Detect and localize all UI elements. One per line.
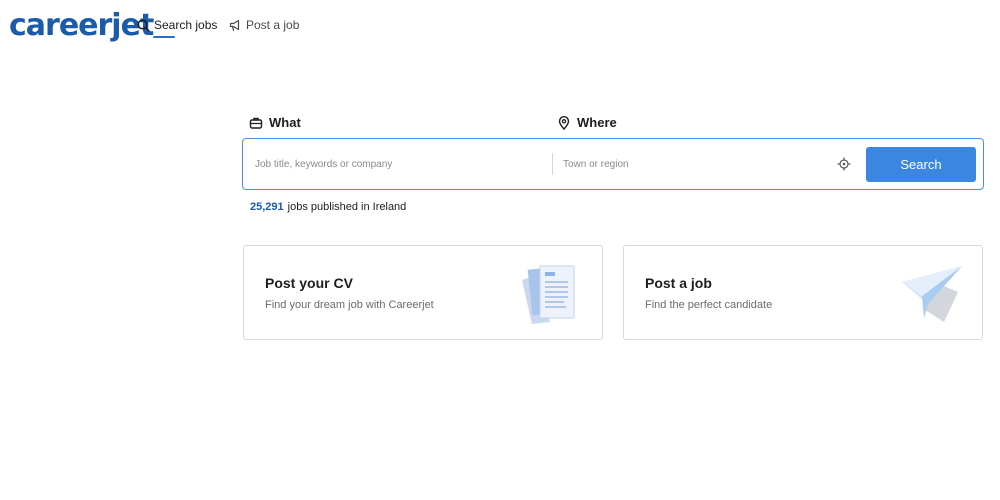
briefcase-icon: [249, 116, 263, 130]
post-cv-title: Post your CV: [265, 275, 353, 291]
post-job-subtitle: Find the perfect candidate: [645, 299, 773, 311]
search-button[interactable]: Search: [866, 147, 976, 182]
nav-search-jobs-label: Search jobs: [154, 18, 218, 32]
job-search-form: Search: [242, 138, 984, 190]
field-divider: [552, 153, 553, 175]
location-pin-icon: [557, 115, 571, 130]
post-cv-card[interactable]: Post your CV Find your dream job with Ca…: [243, 245, 603, 340]
active-tab-indicator: [153, 36, 175, 38]
search-icon: [136, 18, 150, 32]
post-job-card[interactable]: Post a job Find the perfect candidate: [623, 245, 983, 340]
cv-document-icon: [520, 262, 586, 324]
where-input[interactable]: [563, 139, 823, 189]
post-cv-subtitle: Find your dream job with Careerjet: [265, 299, 434, 311]
where-label: Where: [557, 115, 617, 130]
careerjet-logo[interactable]: careerjet: [9, 8, 154, 43]
jobs-count-line: 25,291 jobs published in Ireland: [250, 201, 406, 213]
post-job-title: Post a job: [645, 275, 712, 291]
nav-post-a-job[interactable]: Post a job: [228, 18, 299, 32]
what-label-text: What: [269, 115, 301, 130]
megaphone-icon: [228, 18, 242, 32]
locate-me-icon[interactable]: [836, 156, 852, 172]
nav-post-a-job-label: Post a job: [246, 18, 300, 32]
nav-search-jobs[interactable]: Search jobs: [136, 18, 218, 38]
paper-plane-icon: [900, 262, 966, 324]
jobs-count: 25,291: [250, 201, 284, 213]
what-input[interactable]: [255, 139, 545, 189]
jobs-count-text: jobs published in Ireland: [287, 201, 407, 213]
what-label: What: [249, 115, 301, 130]
where-label-text: Where: [577, 115, 617, 130]
